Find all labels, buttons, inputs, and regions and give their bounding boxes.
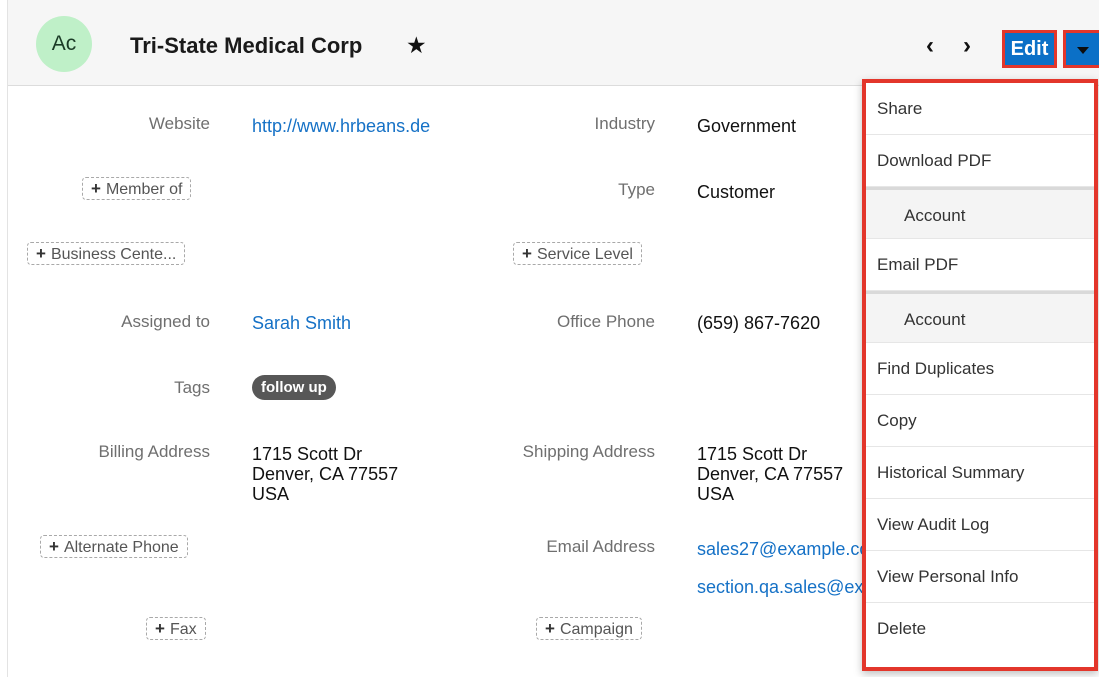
menu-item-email-pdf[interactable]: Email PDF — [866, 239, 1094, 291]
favorite-star-icon[interactable]: ★ — [406, 33, 427, 57]
menu-subitem-email-account[interactable]: Account — [866, 291, 1094, 343]
left-divider — [7, 0, 8, 677]
next-record-chevron-right-icon[interactable]: › — [963, 34, 971, 58]
previous-record-chevron-left-icon[interactable]: ‹ — [926, 34, 934, 58]
billing-address-label: Billing Address — [98, 442, 210, 461]
plus-icon: + — [36, 244, 46, 263]
plus-icon: + — [49, 537, 59, 556]
assigned-user-link[interactable]: Sarah Smith — [252, 313, 351, 333]
campaign-label: Campaign — [559, 621, 633, 638]
actions-dropdown-menu: Share Download PDF Account Email PDF Acc… — [862, 79, 1098, 671]
edit-button[interactable]: Edit — [1002, 30, 1057, 68]
type-value: Customer — [697, 182, 776, 202]
menu-item-view-personal-info[interactable]: View Personal Info — [866, 551, 1094, 603]
add-business-center-button[interactable]: + Business Cente... — [27, 242, 186, 265]
menu-item-view-audit-log[interactable]: View Audit Log — [866, 499, 1094, 551]
tag-follow-up[interactable]: follow up — [252, 375, 336, 400]
type-label: Type — [618, 180, 655, 199]
email-address-label: Email Address — [546, 537, 655, 556]
website-link[interactable]: http://www.hrbeans.de — [252, 116, 430, 136]
office-phone-label: Office Phone — [557, 312, 655, 331]
assigned-to-label: Assigned to — [121, 312, 210, 331]
menu-item-historical-summary[interactable]: Historical Summary — [866, 447, 1094, 499]
avatar: Ac — [36, 16, 92, 72]
plus-icon: + — [522, 244, 532, 263]
caret-down-icon — [1077, 47, 1089, 54]
service-level-label: Service Level — [536, 246, 633, 263]
fax-label: Fax — [169, 621, 197, 638]
website-label: Website — [148, 114, 210, 133]
menu-item-share[interactable]: Share — [866, 83, 1094, 135]
tags-label: Tags — [174, 378, 210, 397]
office-phone-value: (659) 867-7620 — [697, 313, 821, 333]
shipping-address-value: 1715 Scott Dr Denver, CA 77557 USA — [697, 444, 844, 504]
add-service-level-button[interactable]: + Service Level — [513, 242, 642, 265]
industry-value: Government — [697, 116, 797, 136]
add-fax-button[interactable]: + Fax — [146, 617, 206, 640]
actions-dropdown-button[interactable] — [1063, 30, 1099, 68]
member-of-label: Member of — [105, 181, 183, 198]
menu-item-copy[interactable]: Copy — [866, 395, 1094, 447]
business-center-label: Business Cente... — [50, 246, 177, 263]
record-header: Ac Tri-State Medical Corp ★ ‹ › Edit — [8, 0, 1099, 86]
plus-icon: + — [545, 619, 555, 638]
billing-address-value: 1715 Scott Dr Denver, CA 77557 USA — [252, 444, 399, 504]
plus-icon: + — [155, 619, 165, 638]
shipping-address-label: Shipping Address — [522, 442, 655, 461]
menu-item-download-pdf[interactable]: Download PDF — [866, 135, 1094, 187]
add-alternate-phone-button[interactable]: + Alternate Phone — [40, 535, 188, 558]
page-title: Tri-State Medical Corp — [130, 33, 363, 58]
menu-subitem-download-account[interactable]: Account — [866, 187, 1094, 239]
alternate-phone-label: Alternate Phone — [63, 539, 179, 556]
add-campaign-button[interactable]: + Campaign — [536, 617, 642, 640]
add-member-of-button[interactable]: + Member of — [82, 177, 192, 200]
plus-icon: + — [91, 179, 101, 198]
industry-label: Industry — [594, 114, 655, 133]
email-link-1[interactable]: sales27@example.com — [697, 539, 884, 559]
menu-item-find-duplicates[interactable]: Find Duplicates — [866, 343, 1094, 395]
menu-item-delete[interactable]: Delete — [866, 603, 1094, 655]
